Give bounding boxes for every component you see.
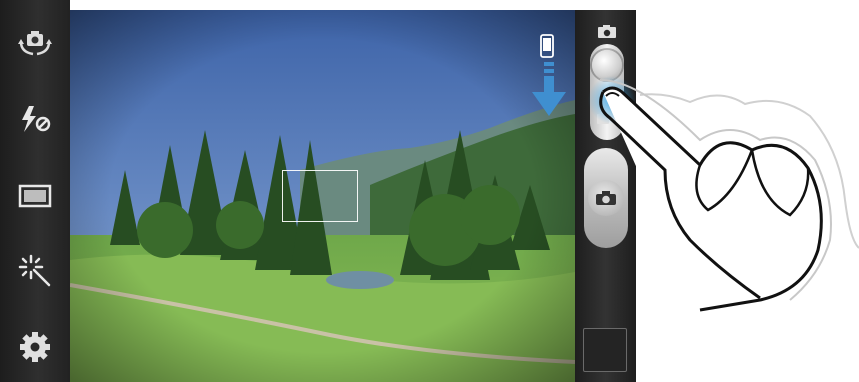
gear-icon: [20, 332, 50, 362]
shooting-mode-icon: [18, 184, 52, 208]
flash-off-icon: [22, 106, 51, 132]
camera-viewfinder[interactable]: [70, 10, 575, 382]
switch-camera-button[interactable]: [6, 14, 64, 72]
shutter-core: [588, 180, 624, 216]
phone-portrait-icon: [540, 34, 554, 58]
camcorder-icon: [597, 114, 615, 124]
mode-switch-handle[interactable]: [592, 50, 622, 80]
shooting-mode-button[interactable]: [6, 167, 64, 225]
settings-button[interactable]: [6, 318, 64, 376]
left-toolbar: [0, 0, 70, 382]
focus-frame: [282, 170, 358, 222]
right-control-panel: [575, 10, 636, 382]
down-arrow-icon: [532, 62, 566, 116]
gallery-thumbnail[interactable]: [583, 328, 627, 372]
flash-button[interactable]: [6, 90, 64, 148]
camera-icon: [598, 25, 616, 38]
switch-camera-icon: [18, 31, 52, 56]
effects-icon: [18, 254, 51, 287]
camera-icon: [596, 191, 616, 205]
effects-button[interactable]: [6, 242, 64, 300]
shutter-button[interactable]: [584, 148, 628, 248]
